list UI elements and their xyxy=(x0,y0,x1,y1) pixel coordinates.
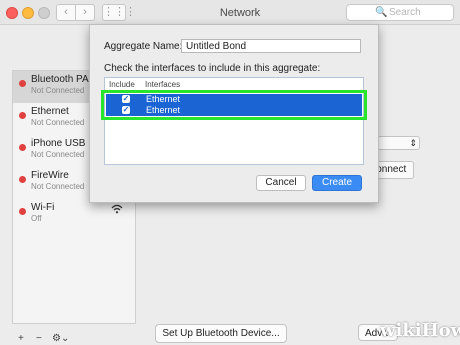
search-field[interactable]: 🔍 Search xyxy=(346,4,454,21)
instruction-text: Check the interfaces to include in this … xyxy=(104,63,321,74)
interface-name: Ethernet xyxy=(146,94,181,104)
cancel-button[interactable]: Cancel xyxy=(256,175,306,191)
service-name: FireWire xyxy=(31,170,69,181)
status-dot-icon xyxy=(19,80,26,87)
wikihow-watermark: wikiHow xyxy=(380,320,460,341)
aggregate-name-label: Aggregate Name: xyxy=(104,41,183,52)
service-name: iPhone USB xyxy=(31,138,86,149)
service-status: Not Connected xyxy=(31,182,85,191)
service-status: Not Connected xyxy=(31,118,85,127)
show-all-grid-icon[interactable]: ⋮⋮⋮ xyxy=(102,4,136,21)
zoom-window-button[interactable] xyxy=(38,7,50,19)
status-dot-icon xyxy=(19,208,26,215)
sidebar-footer: + − ⚙︎⌄ xyxy=(12,334,134,345)
service-status: Not Connected xyxy=(31,86,85,95)
close-window-button[interactable] xyxy=(6,7,18,19)
service-name: Bluetooth PAN xyxy=(31,74,96,85)
table-row[interactable]: ✓ Ethernet xyxy=(106,105,362,116)
status-dot-icon xyxy=(19,144,26,151)
service-name: Wi-Fi xyxy=(31,202,55,213)
table-row[interactable]: ✓ Ethernet xyxy=(106,94,362,105)
search-icon: 🔍 xyxy=(375,7,388,18)
setup-bluetooth-button[interactable]: Set Up Bluetooth Device... xyxy=(155,324,287,343)
minimize-window-button[interactable] xyxy=(22,7,34,19)
title-bar: ‹ › ⋮⋮⋮ Network 🔍 Search xyxy=(0,0,460,25)
column-header-include[interactable]: Include xyxy=(109,80,135,89)
status-dot-icon xyxy=(19,112,26,119)
aggregate-sheet: Aggregate Name: Untitled Bond Check the … xyxy=(89,24,379,203)
search-placeholder: Search xyxy=(389,7,421,18)
window-title: Network xyxy=(219,7,261,19)
column-header-interfaces[interactable]: Interfaces xyxy=(145,80,180,89)
wifi-icon xyxy=(111,204,123,217)
add-service-button[interactable]: + xyxy=(18,334,24,345)
include-checkbox[interactable]: ✓ xyxy=(122,95,130,103)
service-name: Ethernet xyxy=(31,106,69,117)
gear-icon[interactable]: ⚙︎⌄ xyxy=(52,334,69,345)
aggregate-name-field[interactable]: Untitled Bond xyxy=(181,39,361,53)
interfaces-table: Include Interfaces ✓ Ethernet ✓ Ethernet xyxy=(104,77,364,165)
interface-name: Ethernet xyxy=(146,105,181,115)
include-checkbox[interactable]: ✓ xyxy=(122,106,130,114)
status-dot-icon xyxy=(19,176,26,183)
service-status: Not Connected xyxy=(31,150,85,159)
back-button[interactable]: ‹ xyxy=(56,4,76,21)
service-status: Off xyxy=(31,214,42,223)
remove-service-button[interactable]: − xyxy=(36,334,42,345)
forward-button[interactable]: › xyxy=(75,4,95,21)
create-button[interactable]: Create xyxy=(312,175,362,191)
service-item-wifi[interactable]: Wi-Fi Off xyxy=(13,199,135,231)
